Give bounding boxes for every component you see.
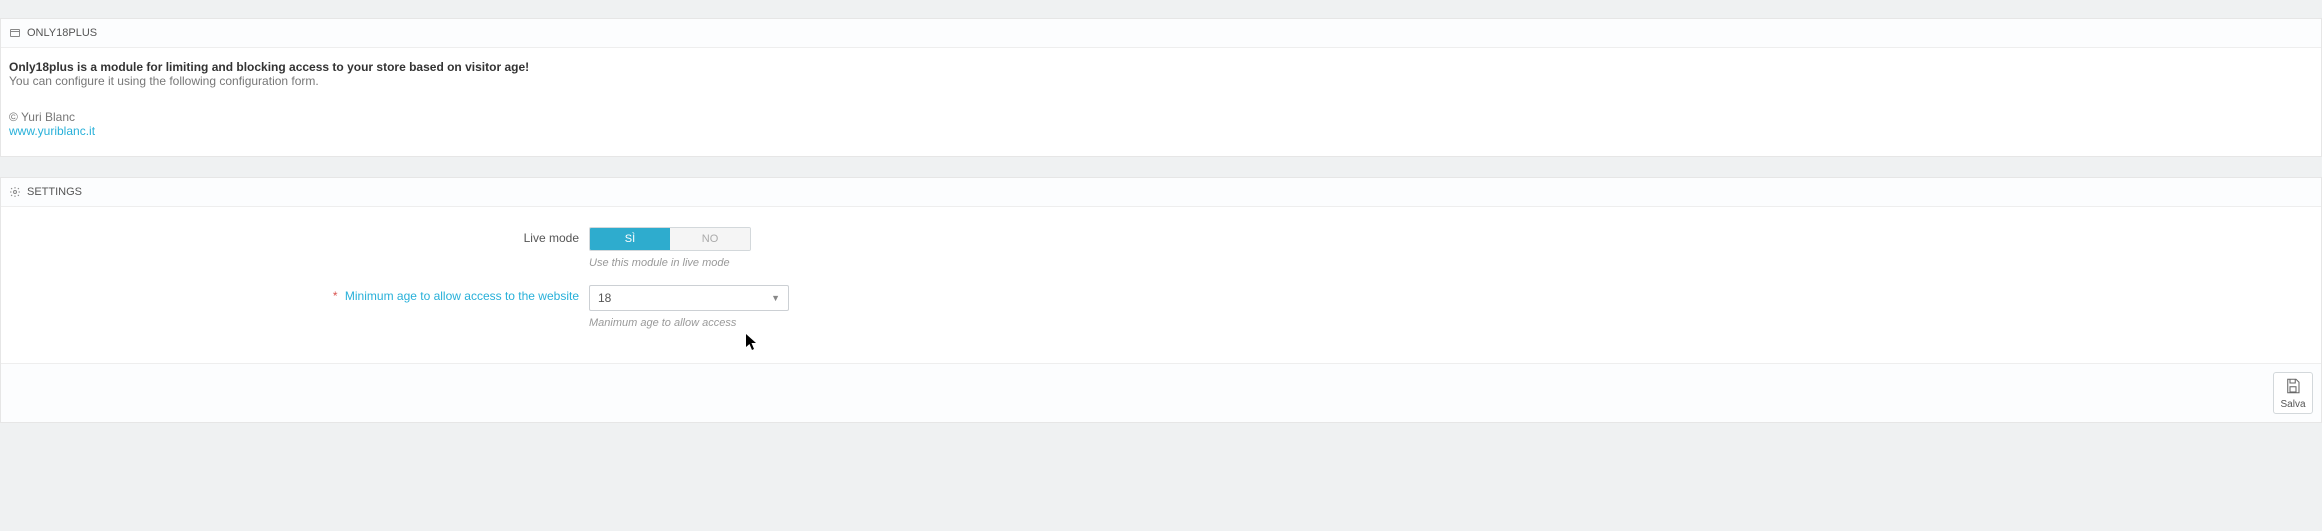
info-headline: Only18plus is a module for limiting and … [9, 60, 2313, 74]
gear-icon [9, 186, 21, 198]
min-age-label-text: Minimum age to allow access to the websi… [345, 289, 579, 303]
info-panel-heading: ONLY18PLUS [1, 19, 2321, 48]
live-mode-row: Live mode SÌ NO Use this module in live … [9, 227, 2313, 269]
info-subline: You can configure it using the following… [9, 74, 2313, 88]
live-mode-help: Use this module in live mode [589, 257, 2313, 269]
info-panel-body: Only18plus is a module for limiting and … [1, 48, 2321, 156]
top-strip [0, 0, 2322, 18]
min-age-label: * Minimum age to allow access to the web… [9, 285, 589, 303]
copyright-text: © Yuri Blanc [9, 110, 2313, 124]
live-mode-toggle[interactable]: SÌ NO [589, 227, 751, 251]
toggle-yes[interactable]: SÌ [590, 228, 670, 250]
settings-panel-heading: SETTINGS [1, 178, 2321, 207]
info-panel: ONLY18PLUS Only18plus is a module for li… [0, 18, 2322, 157]
live-mode-label: Live mode [9, 227, 589, 245]
settings-panel-footer: Salva [1, 363, 2321, 422]
toggle-no[interactable]: NO [670, 228, 750, 250]
settings-panel-title: SETTINGS [27, 186, 82, 198]
save-button-label: Salva [2280, 399, 2305, 410]
min-age-row: * Minimum age to allow access to the web… [9, 285, 2313, 329]
chevron-down-icon: ▼ [771, 293, 780, 303]
author-link[interactable]: www.yuriblanc.it [9, 124, 95, 138]
required-mark: * [333, 289, 338, 303]
save-icon [2274, 377, 2312, 398]
info-panel-title: ONLY18PLUS [27, 27, 97, 39]
min-age-select[interactable]: 18 ▼ [589, 285, 789, 311]
settings-panel-body: Live mode SÌ NO Use this module in live … [1, 207, 2321, 363]
save-button[interactable]: Salva [2273, 372, 2313, 414]
module-icon [9, 27, 21, 39]
min-age-help: Manimum age to allow access [589, 317, 2313, 329]
min-age-value: 18 [598, 291, 611, 305]
settings-panel: SETTINGS Live mode SÌ NO Use this module… [0, 177, 2322, 423]
